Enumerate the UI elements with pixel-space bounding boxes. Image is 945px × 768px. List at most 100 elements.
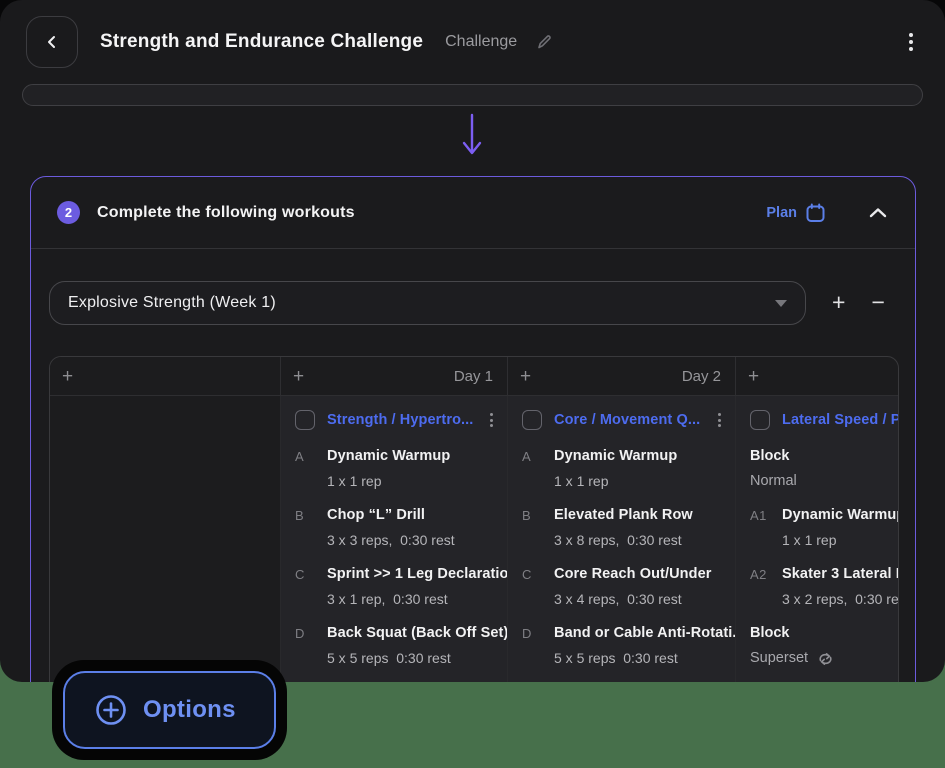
remove-week-button[interactable]: − [871, 291, 884, 316]
step-title: Complete the following workouts [97, 204, 355, 222]
grid-body-cell-empty [50, 396, 280, 682]
block-header-row: BlockSuperset [750, 621, 899, 671]
workout-card: Lateral Speed / Ply BlockNormal A1Dynamic … [736, 396, 899, 682]
grid-header-cell: + [50, 357, 280, 395]
exercise-detail: 3 x 1 rep, 0:30 rest [327, 587, 495, 612]
exercise-detail: 5 x 5 reps 0:30 rest [327, 646, 495, 671]
step-panel-header: 2 Complete the following workouts Plan [31, 177, 915, 249]
exercise-letter: D [295, 621, 327, 671]
chevron-left-icon [44, 34, 60, 50]
week-selector-value: Explosive Strength (Week 1) [68, 294, 775, 312]
exercise-letter: A [295, 444, 327, 494]
exercise-row: CSprint >> 1 Leg Declarations3 x 1 rep, … [295, 562, 495, 612]
workout-card: Core / Movement Q...ADynamic Warmup1 x 1… [508, 396, 735, 682]
workout-grid: + + Day 1 + Day 2 + Strength / Hyp [49, 356, 899, 682]
exercise-body: Chop “L” Drill3 x 3 reps, 0:30 rest [327, 503, 495, 553]
block-mode-text: Superset [750, 646, 808, 671]
page-title: Strength and Endurance Challenge [100, 31, 423, 53]
exercise-name: Elevated Plank Row [554, 503, 723, 528]
block-mode-text: Normal [750, 469, 797, 494]
block-header-row: BlockNormal [750, 444, 899, 494]
add-workout-icon[interactable]: + [520, 367, 531, 386]
exercise-row: BChop “L” Drill3 x 3 reps, 0:30 rest [295, 503, 495, 553]
add-week-button[interactable]: + [832, 291, 845, 316]
exercise-letter: A1 [750, 503, 782, 553]
exercise-row: ADynamic Warmup1 x 1 rep [522, 444, 723, 494]
exercise-row: CCore Reach Out/Under3 x 4 reps, 0:30 re… [522, 562, 723, 612]
exercise-detail: 1 x 1 rep [782, 528, 899, 553]
workout-checkbox[interactable] [295, 410, 315, 430]
workout-card: Strength / Hypertro...ADynamic Warmup1 x… [281, 396, 507, 682]
plus-circle-icon [95, 694, 127, 726]
grid-header-cell: + Day 1 [280, 357, 507, 395]
step-number-badge: 2 [57, 201, 80, 224]
week-selector[interactable]: Explosive Strength (Week 1) [49, 281, 806, 325]
day-label: Day 2 [682, 368, 721, 385]
exercise-name: Dynamic Warmup [782, 503, 899, 528]
exercise-body: Dynamic Warmup1 x 1 rep [782, 503, 899, 553]
exercise-letter: C [295, 562, 327, 612]
collapsed-step-card[interactable] [22, 84, 923, 106]
edit-title-icon[interactable] [535, 33, 553, 51]
plan-button[interactable]: Plan [766, 203, 825, 223]
exercise-name: Skater 3 Lateral Ho [782, 562, 899, 587]
plan-button-label: Plan [766, 205, 797, 221]
exercise-detail: 1 x 1 rep [327, 469, 495, 494]
exercise-detail: 5 x 5 reps 0:30 rest [554, 646, 723, 671]
exercise-body: Elevated Plank Row3 x 8 reps, 0:30 rest [554, 503, 723, 553]
workout-title-link[interactable]: Lateral Speed / Ply [782, 412, 899, 428]
workout-card-header: Core / Movement Q... [522, 406, 723, 434]
step-panel: 2 Complete the following workouts Plan E… [30, 176, 916, 682]
day-label: Day 1 [454, 368, 493, 385]
exercise-letter: D [522, 621, 554, 671]
workout-menu-button[interactable] [716, 409, 723, 431]
add-workout-icon[interactable]: + [293, 367, 304, 386]
chevron-down-icon [775, 300, 787, 307]
grid-body: Strength / Hypertro...ADynamic Warmup1 x… [50, 396, 898, 682]
grid-body-cell: Strength / Hypertro...ADynamic Warmup1 x… [280, 396, 507, 682]
workout-title-link[interactable]: Core / Movement Q... [554, 412, 716, 428]
workout-menu-button[interactable] [488, 409, 495, 431]
week-selector-row: Explosive Strength (Week 1) + − [49, 281, 897, 325]
program-type-label: Challenge [445, 33, 517, 51]
exercise-detail: 3 x 2 reps, 0:30 re [782, 587, 899, 612]
options-button-label: Options [143, 696, 236, 724]
workout-card-header: Lateral Speed / Ply [750, 406, 899, 434]
exercise-body: Sprint >> 1 Leg Declarations3 x 1 rep, 0… [327, 562, 495, 612]
exercise-row: A2Skater 3 Lateral Ho3 x 2 reps, 0:30 re [750, 562, 899, 612]
options-button[interactable]: Options [63, 671, 276, 749]
workout-card-header: Strength / Hypertro... [295, 406, 495, 434]
exercise-body: Dynamic Warmup1 x 1 rep [327, 444, 495, 494]
add-workout-icon[interactable]: + [62, 367, 73, 386]
grid-header-cell: + Day 2 [507, 357, 735, 395]
exercise-letter: C [522, 562, 554, 612]
collapse-section-button[interactable] [869, 207, 887, 219]
exercise-row: ADynamic Warmup1 x 1 rep [295, 444, 495, 494]
exercise-detail: 3 x 8 reps, 0:30 rest [554, 528, 723, 553]
app-window: Strength and Endurance Challenge Challen… [0, 0, 945, 682]
grid-body-cell: Core / Movement Q...ADynamic Warmup1 x 1… [507, 396, 735, 682]
exercise-row: A1Dynamic Warmup1 x 1 rep [750, 503, 899, 553]
back-button[interactable] [26, 16, 78, 68]
exercise-body: Skater 3 Lateral Ho3 x 2 reps, 0:30 re [782, 562, 899, 612]
superset-loop-icon [817, 652, 834, 666]
exercise-letter: B [295, 503, 327, 553]
calendar-icon [806, 203, 825, 223]
exercise-row: DBand or Cable Anti-Rotati...5 x 5 reps … [522, 621, 723, 671]
exercise-letter: A [522, 444, 554, 494]
options-button-highlight: Options [52, 660, 287, 760]
exercise-body: Band or Cable Anti-Rotati...5 x 5 reps 0… [554, 621, 723, 671]
workout-title-link[interactable]: Strength / Hypertro... [327, 412, 488, 428]
workout-checkbox[interactable] [522, 410, 542, 430]
exercise-body: Core Reach Out/Under3 x 4 reps, 0:30 res… [554, 562, 723, 612]
exercise-name: Band or Cable Anti-Rotati... [554, 621, 723, 646]
exercise-letter: A2 [750, 562, 782, 612]
exercise-row: BElevated Plank Row3 x 8 reps, 0:30 rest [522, 503, 723, 553]
overflow-menu-button[interactable] [903, 27, 919, 57]
workout-checkbox[interactable] [750, 410, 770, 430]
exercise-body: Back Squat (Back Off Set)5 x 5 reps 0:30… [327, 621, 495, 671]
exercise-row: DBack Squat (Back Off Set)5 x 5 reps 0:3… [295, 621, 495, 671]
exercise-name: Chop “L” Drill [327, 503, 495, 528]
exercise-body: Dynamic Warmup1 x 1 rep [554, 444, 723, 494]
add-workout-icon[interactable]: + [748, 367, 759, 386]
